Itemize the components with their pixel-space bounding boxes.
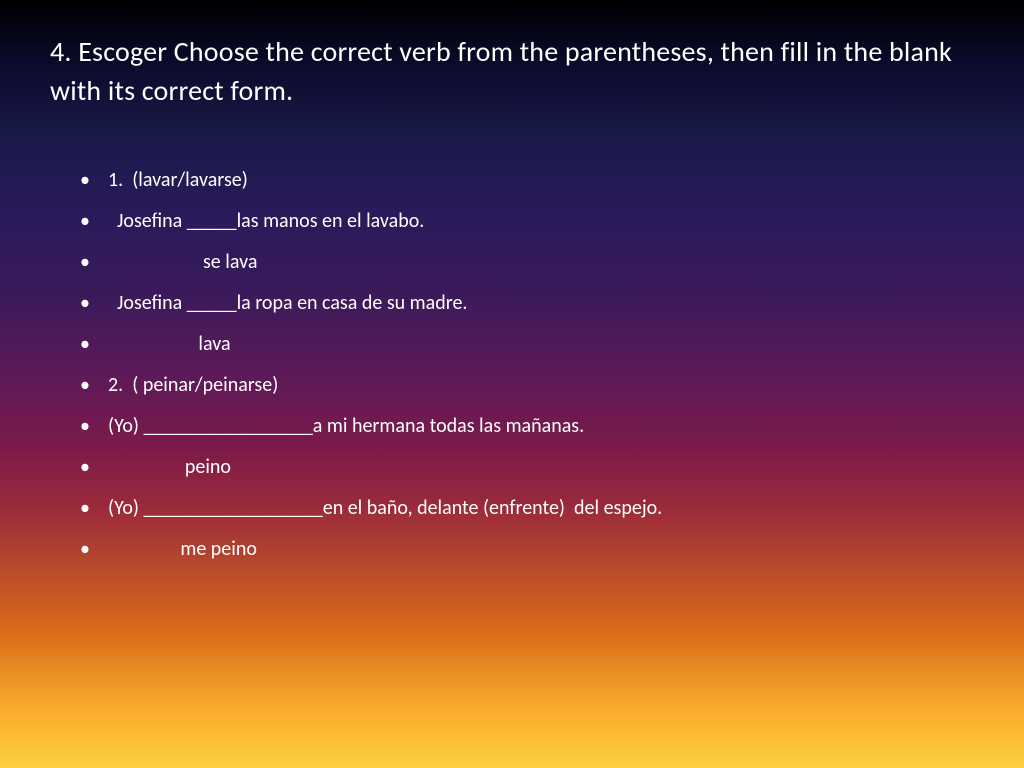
list-item: (Yo) _________________a mi hermana todas… [80,411,974,442]
list-item: lava [80,329,974,360]
list-item: se lava [80,247,974,278]
list-item: me peino [80,534,974,565]
list-item: (Yo) __________________en el baño, delan… [80,493,974,524]
slide-body: 1. (lavar/lavarse) Josefina _____las man… [50,165,974,565]
list-item: Josefina _____las manos en el lavabo. [80,206,974,237]
list-item: Josefina _____la ropa en casa de su madr… [80,288,974,319]
list-item: 1. (lavar/lavarse) [80,165,974,196]
slide-title: 4. Escoger Choose the correct verb from … [50,32,974,110]
list-item: peino [80,452,974,483]
list-item: 2. ( peinar/peinarse) [80,370,974,401]
